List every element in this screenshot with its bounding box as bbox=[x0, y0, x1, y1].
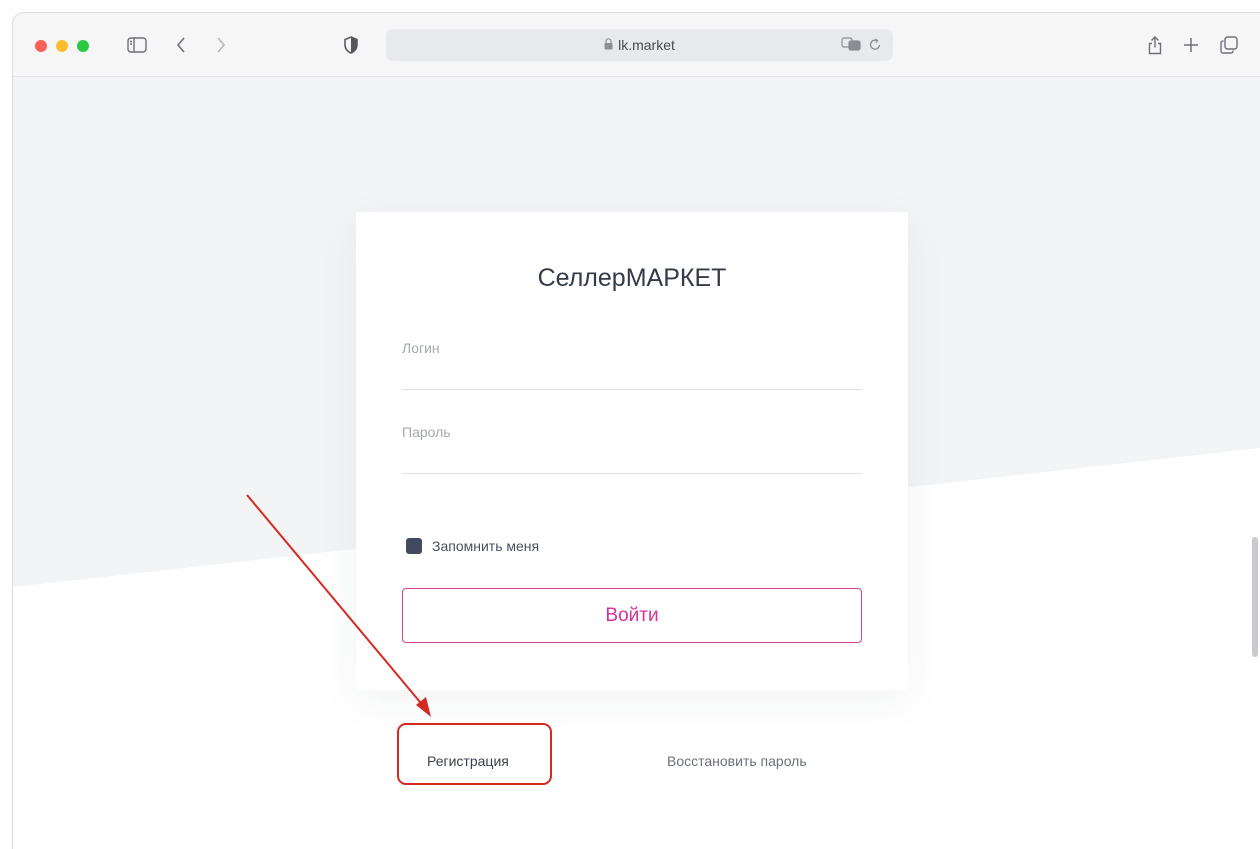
shield-icon[interactable] bbox=[339, 31, 363, 59]
reload-icon[interactable] bbox=[869, 37, 881, 56]
login-input[interactable] bbox=[402, 332, 862, 389]
brand-title: СеллерМАРКЕТ bbox=[537, 264, 727, 292]
login-card: СеллерМАРКЕТ Запомнить меня Войти bbox=[356, 212, 908, 690]
url-text: lk.market bbox=[618, 37, 675, 53]
browser-toolbar: lk.market bbox=[13, 13, 1260, 77]
restore-password-link[interactable]: Восстановить пароль bbox=[667, 753, 807, 769]
login-button[interactable]: Войти bbox=[402, 588, 862, 643]
scrollbar[interactable] bbox=[1252, 537, 1258, 657]
page-viewport: СеллерМАРКЕТ Запомнить меня Войти Регист… bbox=[13, 77, 1260, 849]
plus-icon[interactable] bbox=[1179, 31, 1203, 59]
zoom-window-button[interactable] bbox=[77, 40, 89, 52]
chevron-right-icon[interactable] bbox=[209, 31, 233, 59]
remember-me[interactable]: Запомнить меня bbox=[406, 538, 539, 554]
minimize-window-button[interactable] bbox=[56, 40, 68, 52]
browser-window: lk.market СеллерМАРКЕТ Логин Запомнить м… bbox=[12, 12, 1260, 849]
address-bar[interactable]: lk.market bbox=[386, 29, 893, 61]
remember-checkbox[interactable] bbox=[406, 538, 422, 554]
lock-icon bbox=[604, 37, 613, 53]
remember-label: Запомнить меня bbox=[432, 538, 540, 554]
login-field-wrapper bbox=[402, 332, 862, 390]
close-window-button[interactable] bbox=[35, 40, 47, 52]
share-icon[interactable] bbox=[1143, 31, 1167, 59]
password-input[interactable] bbox=[402, 416, 862, 473]
annotation-highlight-box bbox=[397, 723, 552, 785]
sidebar-icon[interactable] bbox=[123, 31, 151, 59]
chevron-left-icon[interactable] bbox=[169, 31, 193, 59]
password-field-wrapper bbox=[402, 416, 862, 474]
translate-icon[interactable] bbox=[841, 37, 861, 56]
tabs-overview-icon[interactable] bbox=[1217, 31, 1241, 59]
